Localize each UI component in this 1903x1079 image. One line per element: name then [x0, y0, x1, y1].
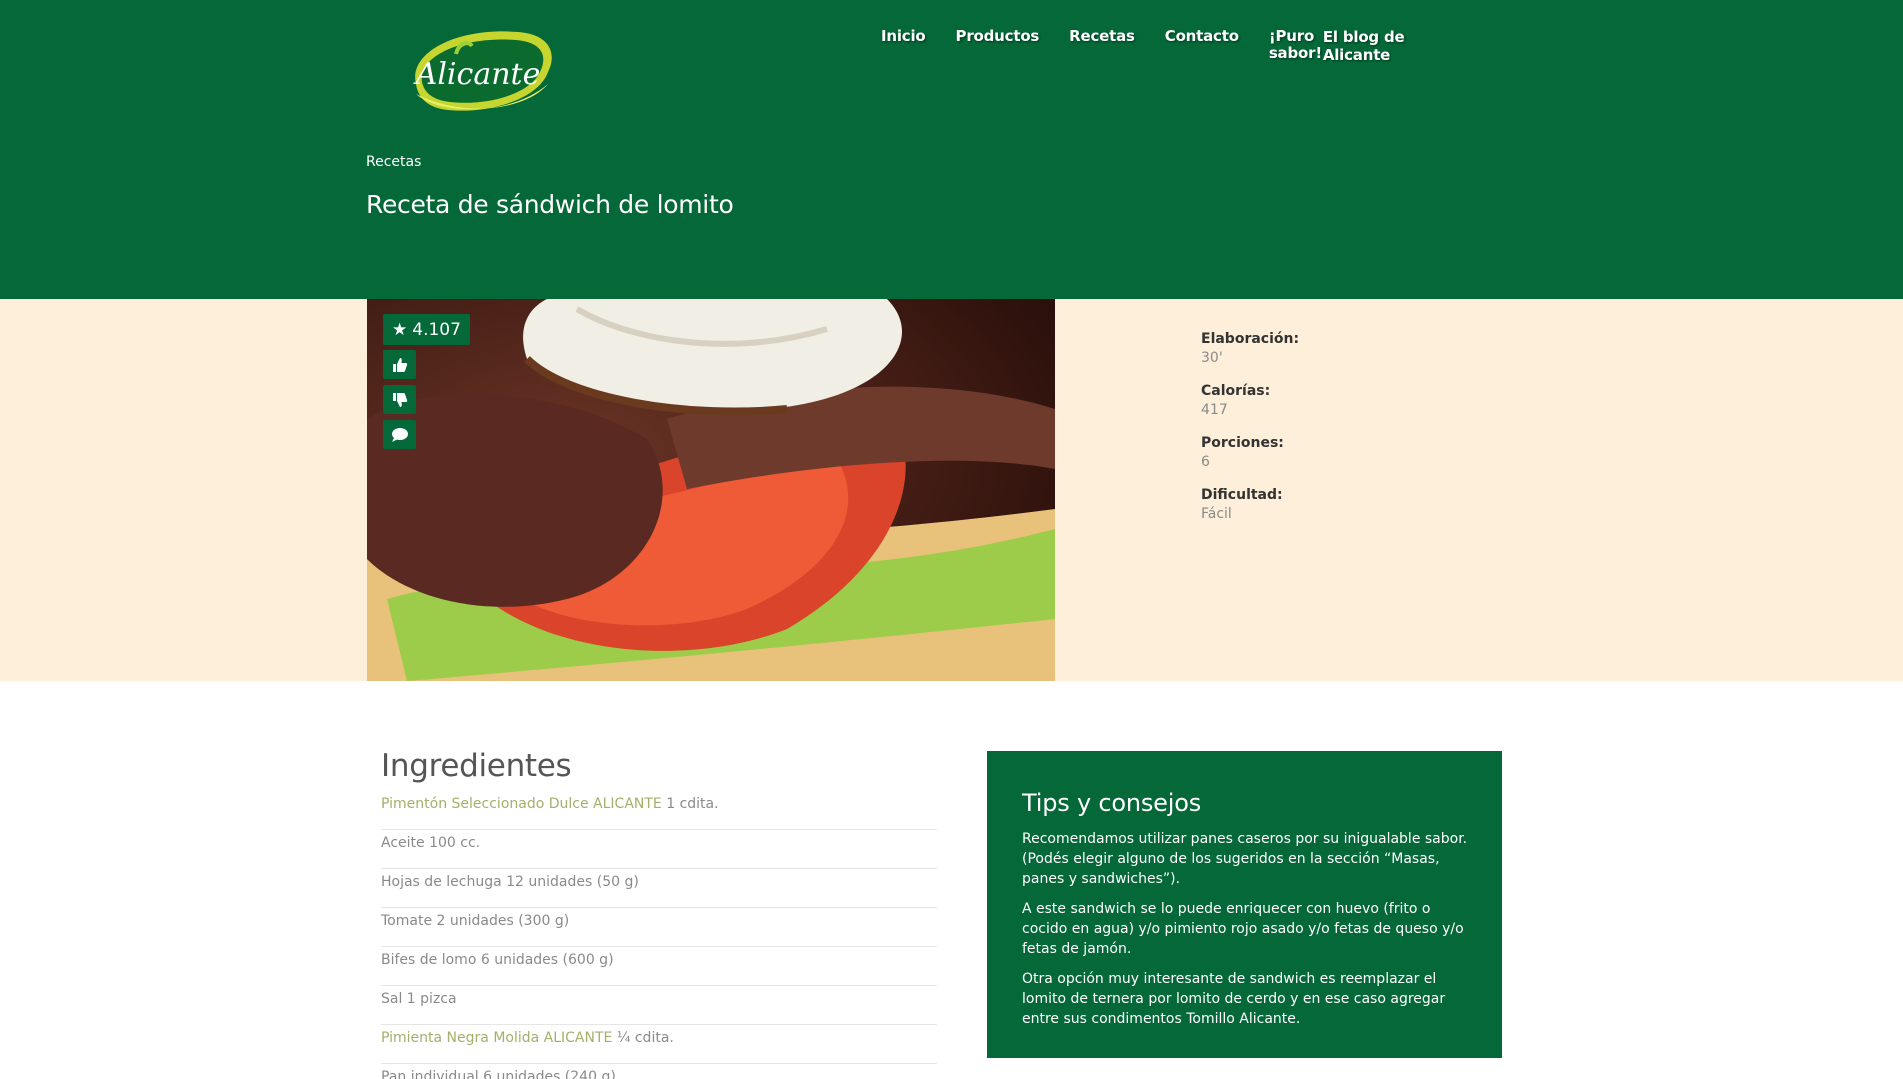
detail-value: Fácil: [1201, 506, 1232, 522]
tip-paragraph: Recomendamos utilizar panes caseros por …: [1022, 831, 1468, 887]
detail-label: Calorías:: [1201, 383, 1271, 399]
ingredients-title: Ingredientes: [381, 748, 572, 784]
ingredient-text: Aceite 100 cc.: [381, 835, 481, 851]
ingredient-product-link[interactable]: Pimienta Negra Molida ALICANTE: [381, 1030, 612, 1046]
detail-value: 417: [1201, 402, 1228, 418]
detail-dificultad: Dificultad: Fácil: [1201, 486, 1299, 524]
nav-blog[interactable]: El blog de Alicante: [1323, 28, 1463, 64]
ingredient-text: Pan individual 6 unidades (240 g): [381, 1069, 616, 1079]
main-nav: Inicio Productos Recetas Contacto ¡Puro …: [870, 28, 1463, 65]
detail-label: Dificultad:: [1201, 487, 1283, 503]
nav-recetas[interactable]: Recetas: [1069, 28, 1135, 45]
ingredient-product-link[interactable]: Pimentón Seleccionado Dulce ALICANTE: [381, 796, 662, 812]
ingredient-item: Bifes de lomo 6 unidades (600 g): [381, 947, 937, 986]
recipe-details: Elaboración: 30' Calorías: 417 Porciones…: [1201, 330, 1299, 538]
detail-calorias: Calorías: 417: [1201, 382, 1299, 420]
detail-label: Porciones:: [1201, 435, 1284, 451]
tips-box: Tips y consejos Recomendamos utilizar pa…: [987, 751, 1502, 1058]
alicante-logo[interactable]: Alicante: [398, 22, 558, 118]
nav-productos[interactable]: Productos: [956, 28, 1040, 45]
nav-contacto[interactable]: Contacto: [1165, 28, 1239, 45]
ingredient-text: ¼ cdita.: [612, 1030, 674, 1046]
detail-porciones: Porciones: 6: [1201, 434, 1299, 472]
detail-elaboracion: Elaboración: 30': [1201, 330, 1299, 368]
nav-puro-sabor[interactable]: ¡Puro sabor!: [1269, 28, 1322, 62]
tip-paragraph: A este sandwich se lo puede enriquecer c…: [1022, 901, 1464, 957]
breadcrumb[interactable]: Recetas: [366, 154, 421, 170]
ingredient-item: Pimienta Negra Molida ALICANTE ¼ cdita.: [381, 1025, 937, 1064]
ingredient-text: Tomate 2 unidades (300 g): [381, 913, 570, 929]
dislike-button[interactable]: [383, 385, 416, 414]
ingredient-item: Tomate 2 unidades (300 g): [381, 908, 937, 947]
ingredient-item: Pimentón Seleccionado Dulce ALICANTE 1 c…: [381, 791, 937, 830]
ingredient-item: Pan individual 6 unidades (240 g): [381, 1064, 937, 1079]
detail-label: Elaboración:: [1201, 331, 1300, 347]
site-header: Alicante Inicio Productos Recetas Contac…: [0, 0, 1903, 299]
thumbs-down-icon: [392, 392, 407, 407]
tips-title: Tips y consejos: [1022, 789, 1202, 817]
ingredient-text: Hojas de lechuga 12 unidades (50 g): [381, 874, 639, 890]
like-button[interactable]: [383, 350, 416, 379]
star-icon: ★: [392, 319, 408, 340]
ingredient-text: Sal 1 pizca: [381, 991, 457, 1007]
thumbs-up-icon: [392, 357, 407, 372]
ingredient-item: Sal 1 pizca: [381, 986, 937, 1025]
sandwich-image: [367, 299, 1055, 681]
comment-button[interactable]: [383, 420, 416, 449]
tip-paragraph: Otra opción muy interesante de sandwich …: [1022, 971, 1446, 1027]
comment-icon: [391, 427, 408, 442]
ingredient-text: 1 cdita.: [661, 796, 719, 812]
ingredient-item: Hojas de lechuga 12 unidades (50 g): [381, 869, 937, 908]
recipe-photo: ★ 4.107: [367, 299, 1055, 681]
detail-value: 30': [1201, 350, 1223, 366]
svg-text:Alicante: Alicante: [413, 57, 541, 92]
ingredients-section: Ingredientes Pimentón Seleccionado Dulce…: [381, 748, 937, 1079]
rating-value: 4.107: [412, 319, 461, 340]
page-title: Receta de sándwich de lomito: [366, 190, 734, 219]
ingredient-item: Aceite 100 cc.: [381, 830, 937, 869]
detail-value: 6: [1201, 454, 1210, 470]
rating-badge: ★ 4.107: [383, 314, 470, 345]
recipe-hero: ★ 4.107 Elaboración: 30' Calorías: 417 P…: [0, 299, 1903, 681]
nav-inicio[interactable]: Inicio: [881, 28, 926, 45]
ingredient-text: Bifes de lomo 6 unidades (600 g): [381, 952, 614, 968]
